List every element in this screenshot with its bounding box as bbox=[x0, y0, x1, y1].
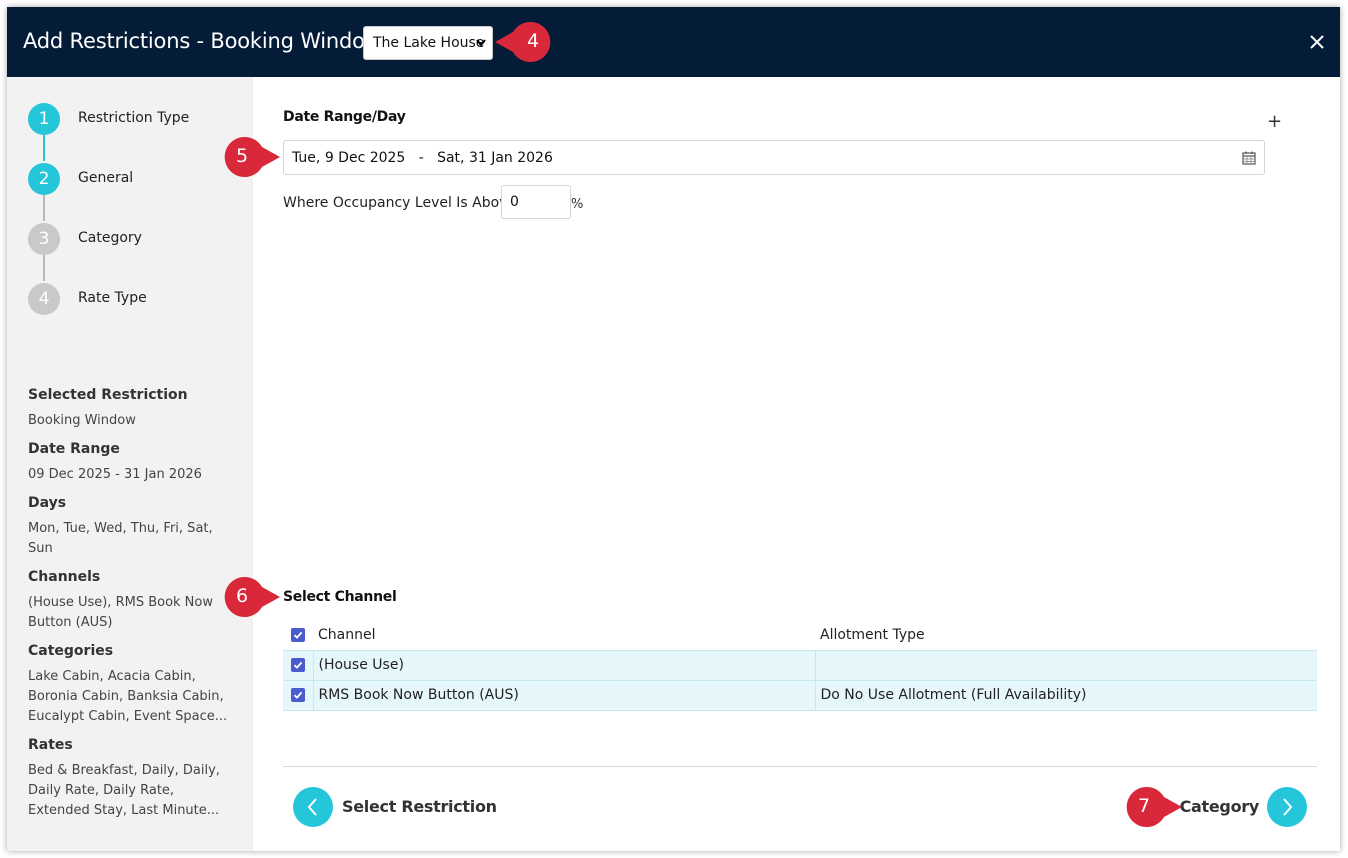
step-label: General bbox=[78, 170, 134, 186]
select-all-checkbox[interactable] bbox=[291, 627, 305, 642]
step-connector-3 bbox=[43, 253, 45, 281]
back-button[interactable]: Select Restriction bbox=[293, 787, 497, 827]
channel-cell: (House Use) bbox=[312, 649, 815, 681]
occupancy-label: Where Occupancy Level Is Above bbox=[283, 195, 517, 211]
next-button[interactable]: Category bbox=[1180, 787, 1307, 827]
callout-marker: 7 bbox=[1124, 787, 1182, 827]
row-checkbox[interactable] bbox=[290, 688, 305, 702]
next-button-label: Category bbox=[1179, 797, 1260, 816]
step-restriction-type[interactable]: 1 Restriction Type bbox=[28, 103, 248, 135]
channel-table: Channel Allotment Type (House Use) RMS B… bbox=[283, 620, 1317, 711]
property-select[interactable]: The Lake House bbox=[363, 26, 493, 60]
step-general[interactable]: 2 General bbox=[28, 163, 248, 195]
summary-value-days: Mon, Tue, Wed, Thu, Fri, Sat, Sun bbox=[28, 521, 213, 556]
table-row[interactable]: RMS Book Now Button (AUS) Do No Use Allo… bbox=[283, 679, 1317, 711]
back-button-label: Select Restriction bbox=[342, 797, 497, 816]
summary-value-categories: Lake Cabin, Acacia Cabin, Boronia Cabin,… bbox=[28, 669, 228, 724]
summary-value-rates: Bed & Breakfast, Daily, Daily, Daily Rat… bbox=[28, 763, 220, 818]
dialog-title: Add Restrictions - Booking Window bbox=[23, 29, 382, 53]
summary-value-restriction: Booking Window bbox=[28, 413, 136, 428]
step-number: 2 bbox=[28, 163, 60, 195]
step-number: 4 bbox=[28, 283, 60, 315]
add-restrictions-dialog: Add Restrictions - Booking Window The La… bbox=[7, 7, 1340, 851]
chevron-left-icon bbox=[293, 787, 333, 827]
row-checkbox[interactable] bbox=[290, 658, 305, 672]
date-range-input[interactable]: Tue, 9 Dec 2025 - Sat, 31 Jan 2026 bbox=[283, 140, 1265, 175]
table-row[interactable]: (House Use) bbox=[283, 649, 1317, 681]
callout-number: 7 bbox=[1137, 795, 1151, 817]
row-checkbox-cell bbox=[283, 649, 313, 681]
date-range-value: Tue, 9 Dec 2025 - Sat, 31 Jan 2026 bbox=[292, 150, 553, 166]
chevron-down-icon bbox=[476, 27, 486, 73]
summary-heading-days: Days bbox=[28, 495, 67, 511]
callout-marker: 5 bbox=[222, 137, 280, 177]
step-label: Rate Type bbox=[78, 290, 147, 306]
wizard-sidebar: 1 Restriction Type 2 General 3 Category … bbox=[7, 77, 253, 851]
property-select-value: The Lake House bbox=[373, 35, 485, 51]
row-checkbox-cell bbox=[283, 679, 313, 711]
step-category[interactable]: 3 Category bbox=[28, 223, 248, 255]
callout-marker: 6 bbox=[222, 577, 280, 617]
step-connector-1 bbox=[43, 133, 45, 161]
summary-value-date-range: 09 Dec 2025 - 31 Jan 2026 bbox=[28, 467, 202, 482]
table-header-row: Channel Allotment Type bbox=[283, 620, 1317, 650]
calendar-icon[interactable] bbox=[1242, 151, 1256, 165]
summary-heading-rates: Rates bbox=[28, 737, 73, 753]
step-connector-2 bbox=[43, 193, 45, 221]
select-all-cell bbox=[283, 620, 313, 650]
channel-cell: RMS Book Now Button (AUS) bbox=[312, 679, 815, 711]
chevron-right-icon bbox=[1267, 787, 1307, 827]
summary-heading-channels: Channels bbox=[28, 569, 101, 585]
step-rate-type[interactable]: 4 Rate Type bbox=[28, 283, 248, 315]
select-channel-title: Select Channel bbox=[283, 589, 397, 605]
callout-number: 6 bbox=[235, 585, 249, 607]
callout-marker: 4 bbox=[495, 22, 553, 62]
step-label: Category bbox=[78, 230, 142, 246]
occupancy-unit: % bbox=[571, 197, 584, 212]
occupancy-input[interactable]: 0 bbox=[501, 185, 571, 219]
allotment-cell bbox=[814, 649, 1317, 681]
column-header-allotment: Allotment Type bbox=[815, 620, 1317, 650]
date-range-title: Date Range/Day bbox=[283, 109, 406, 125]
allotment-cell: Do No Use Allotment (Full Availability) bbox=[814, 679, 1317, 711]
summary-heading-categories: Categories bbox=[28, 643, 114, 659]
restriction-summary: Selected Restriction Booking Window Date… bbox=[28, 377, 228, 821]
summary-heading-date-range: Date Range bbox=[28, 441, 120, 457]
step-label: Restriction Type bbox=[78, 110, 190, 126]
callout-number: 5 bbox=[235, 145, 249, 167]
step-number: 3 bbox=[28, 223, 60, 255]
footer-divider bbox=[283, 766, 1317, 767]
callout-number: 4 bbox=[526, 30, 540, 52]
step-number: 1 bbox=[28, 103, 60, 135]
close-icon[interactable] bbox=[1308, 33, 1326, 51]
summary-heading-restriction: Selected Restriction bbox=[28, 387, 188, 403]
main-panel: Date Range/Day + Tue, 9 Dec 2025 - Sat, … bbox=[253, 77, 1340, 851]
column-header-channel: Channel bbox=[313, 620, 815, 650]
dialog-header: Add Restrictions - Booking Window The La… bbox=[7, 7, 1340, 77]
summary-value-channels: (House Use), RMS Book Now Button (AUS) bbox=[28, 595, 213, 630]
add-icon[interactable]: + bbox=[1267, 111, 1282, 132]
